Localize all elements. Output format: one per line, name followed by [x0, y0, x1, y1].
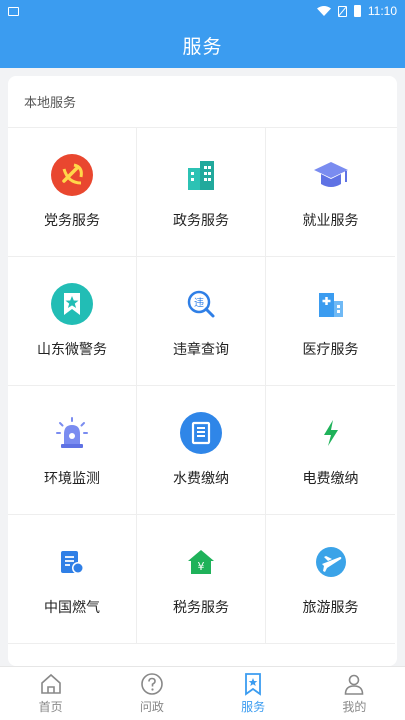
service-label: 中国燃气: [44, 600, 100, 616]
service-item-tax[interactable]: ¥ 税务服务: [137, 515, 266, 644]
graduation-cap-icon: [313, 162, 348, 187]
siren-icon: [56, 417, 88, 448]
page-title: 服务: [182, 35, 223, 58]
service-item-environment[interactable]: 环境监测: [8, 386, 137, 515]
service-label: 山东微警务: [37, 342, 107, 358]
travel-plane-icon: [315, 547, 346, 577]
service-label: 税务服务: [173, 600, 229, 616]
local-services-card: 本地服务 党务服务 政务服务 就业服务 山东微警务 违 违章查询 医疗服务 环境…: [8, 76, 397, 666]
service-item-party[interactable]: 党务服务: [8, 128, 137, 257]
service-label: 违章查询: [173, 342, 229, 358]
bottom-tab-bar: 首页 问政 服务 我的: [0, 666, 405, 720]
status-bar: 11:10: [0, 0, 405, 22]
service-item-travel[interactable]: 旅游服务: [266, 515, 395, 644]
service-item-electric-bill[interactable]: 电费缴纳: [266, 386, 395, 515]
lightning-icon: [323, 420, 338, 446]
bookmark-star-icon: [245, 673, 262, 696]
tab-label: 服务: [241, 700, 266, 714]
service-label: 医疗服务: [302, 342, 359, 358]
service-label: 就业服务: [302, 213, 359, 229]
service-label: 水费缴纳: [173, 471, 229, 487]
svg-text:¥: ¥: [198, 560, 205, 573]
svg-text:违: 违: [194, 297, 204, 309]
gas-bill-icon: [61, 551, 84, 574]
battery-icon: [353, 5, 361, 17]
tab-label: 首页: [38, 700, 63, 714]
tab-profile[interactable]: 我的: [304, 667, 405, 720]
service-item-water-bill[interactable]: 水费缴纳: [137, 386, 266, 515]
tab-inquiry[interactable]: 问政: [101, 667, 202, 720]
service-item-police[interactable]: 山东微警务: [8, 257, 137, 386]
question-icon: [141, 673, 163, 695]
service-item-gas[interactable]: 中国燃气: [8, 515, 137, 644]
user-icon: [345, 674, 364, 695]
service-label: 环境监测: [44, 471, 100, 487]
service-label: 旅游服务: [302, 600, 359, 616]
tab-home[interactable]: 首页: [0, 667, 101, 720]
service-item-government[interactable]: 政务服务: [137, 128, 266, 257]
government-building-icon: [188, 161, 214, 190]
party-emblem-icon: [51, 154, 93, 196]
service-label: 电费缴纳: [302, 471, 359, 487]
tax-house-icon: ¥: [188, 550, 214, 574]
hospital-icon: [318, 293, 343, 317]
service-label: 党务服务: [44, 213, 100, 229]
police-badge-icon: [51, 283, 93, 325]
service-item-violation[interactable]: 违 违章查询: [137, 257, 266, 386]
wifi-icon: [316, 6, 331, 16]
tab-label: 我的: [342, 700, 367, 714]
tab-services[interactable]: 服务: [203, 667, 304, 720]
service-label: 政务服务: [173, 213, 229, 229]
service-item-medical[interactable]: 医疗服务: [266, 257, 395, 386]
app-header: 11:10 服务: [0, 0, 405, 68]
status-time: 11:10: [367, 4, 397, 18]
section-title: 本地服务: [8, 76, 397, 128]
home-icon: [40, 673, 61, 694]
tab-label: 问政: [139, 700, 164, 714]
water-bill-icon: [180, 412, 222, 454]
gallery-notification-icon: [8, 6, 19, 16]
service-item-employment[interactable]: 就业服务: [266, 128, 395, 257]
violation-search-icon: 违: [187, 290, 215, 318]
no-sim-icon: [337, 5, 347, 17]
